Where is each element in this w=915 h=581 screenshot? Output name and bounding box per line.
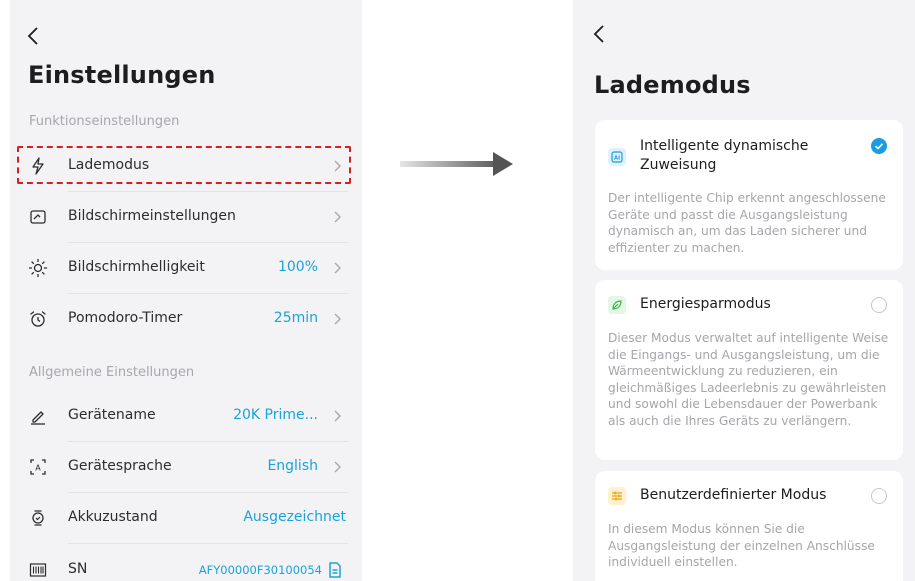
settings-item-pomodoro[interactable]: Pomodoro-Timer 25min <box>18 294 348 344</box>
back-icon <box>27 27 38 45</box>
serial-value: AFY00000F30100054 <box>198 563 322 577</box>
settings-item-label: Pomodoro-Timer <box>68 310 183 326</box>
sliders-icon <box>608 487 626 505</box>
settings-item-serial: SN AFY00000F30100054 <box>18 545 348 581</box>
mode-title: Energiesparmodus <box>640 296 771 312</box>
battery-health-icon <box>28 508 48 528</box>
settings-item-label: Gerätename <box>68 407 156 423</box>
settings-item-device-name[interactable]: Gerätename 20K Prime... <box>18 391 348 441</box>
copy-icon[interactable] <box>327 561 343 581</box>
brightness-icon <box>28 258 48 278</box>
device-name-value: 20K Prime... <box>233 407 318 423</box>
radio-unselected[interactable] <box>871 297 887 313</box>
battery-health-value: Ausgezeichnet <box>243 509 346 525</box>
radio-unselected[interactable] <box>871 488 887 504</box>
chevron-right-icon <box>334 211 341 223</box>
highlight-box <box>17 146 351 184</box>
settings-item-brightness[interactable]: Bildschirmhelligkeit 100% <box>18 243 348 293</box>
settings-item-screen-settings[interactable]: Bildschirmeinstellungen <box>18 192 348 242</box>
screen-icon <box>28 207 48 227</box>
pomodoro-value: 25min <box>273 310 318 326</box>
check-icon <box>874 143 884 150</box>
back-button[interactable] <box>593 24 605 44</box>
mode-card-custom[interactable]: Benutzerdefinierter Modus In diesem Modu… <box>595 471 903 581</box>
settings-item-battery-health: Akkuzustand Ausgezeichnet <box>18 493 348 543</box>
section-function-settings: Funktionseinstellungen <box>29 114 180 129</box>
mode-description: In diesem Modus können Sie die Ausgangsl… <box>608 522 875 569</box>
page-title: Lademodus <box>594 71 751 99</box>
section-general-settings: Allgemeine Einstellungen <box>29 365 195 380</box>
mode-title: Intelligente dynamische Zuweisung <box>640 138 809 173</box>
radio-selected[interactable] <box>871 138 887 154</box>
brightness-value: 100% <box>277 259 318 275</box>
settings-item-label: Gerätesprache <box>68 458 172 474</box>
chevron-right-icon <box>334 461 341 473</box>
pen-icon <box>28 406 48 426</box>
leaf-icon <box>608 296 626 314</box>
chevron-right-icon <box>334 410 341 422</box>
svg-text:A: A <box>35 464 41 473</box>
lademodus-screen: Lademodus AI Intelligente dynamische Zuw… <box>573 0 915 581</box>
page-title: Einstellungen <box>28 61 216 89</box>
transition-arrow-icon <box>400 152 513 176</box>
settings-item-label: Akkuzustand <box>68 509 158 525</box>
settings-item-label: Bildschirmeinstellungen <box>68 208 236 224</box>
mode-description: Der intelligente Chip erkennt angeschlos… <box>608 191 886 255</box>
mode-card-energy-saving[interactable]: Energiesparmodus Dieser Modus verwaltet … <box>595 280 903 460</box>
mode-description: Dieser Modus verwaltet auf intelligente … <box>608 331 889 428</box>
barcode-icon <box>28 560 48 580</box>
mode-title: Benutzerdefinierter Modus <box>640 487 827 503</box>
chevron-right-icon <box>334 262 341 274</box>
back-icon <box>593 25 604 43</box>
svg-text:AI: AI <box>614 156 620 162</box>
settings-item-language[interactable]: A Gerätesprache English <box>18 442 348 492</box>
settings-screen: Einstellungen Funktionseinstellungen Lad… <box>10 0 362 581</box>
alarm-icon <box>28 309 48 329</box>
back-button[interactable] <box>27 26 39 46</box>
settings-item-label: Bildschirmhelligkeit <box>68 259 205 275</box>
mode-card-intelligent[interactable]: AI Intelligente dynamische Zuweisung Der… <box>595 120 903 270</box>
language-value: English <box>267 458 318 474</box>
language-icon: A <box>28 457 48 477</box>
chevron-right-icon <box>334 313 341 325</box>
settings-item-label: SN <box>68 561 88 577</box>
ai-chip-icon: AI <box>608 148 626 166</box>
